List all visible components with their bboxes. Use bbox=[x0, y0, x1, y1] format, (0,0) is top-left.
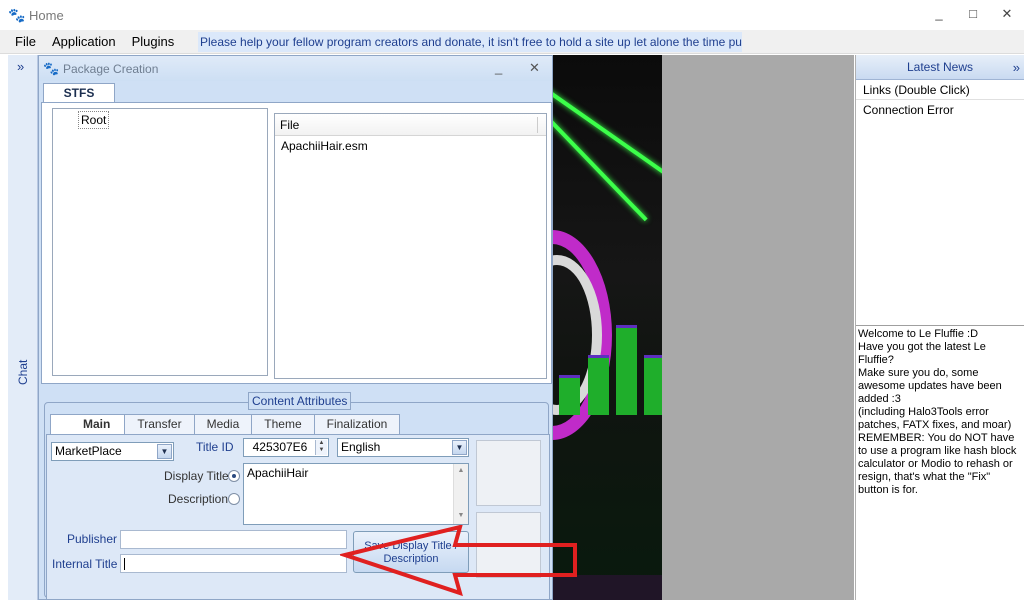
publisher-label: Publisher bbox=[67, 532, 118, 546]
main-titlebar: 🐾 Home _ □ ✕ bbox=[0, 0, 1024, 30]
menu-file[interactable]: File bbox=[7, 34, 44, 49]
stfs-tab-body: Root File ApachiiHair.esm bbox=[41, 102, 552, 384]
menu-bar: File Application Plugins Please help you… bbox=[0, 30, 1024, 54]
column-separator[interactable] bbox=[537, 117, 538, 133]
file-column-header[interactable]: File bbox=[275, 114, 546, 136]
dropdown-arrow-icon[interactable]: ▼ bbox=[157, 444, 172, 459]
tab-finalization[interactable]: Finalization bbox=[313, 414, 401, 434]
title-id-value: 425307E6 bbox=[252, 440, 308, 454]
file-list[interactable]: File ApachiiHair.esm bbox=[274, 113, 547, 379]
welcome-message: Welcome to Le Fluffie :D Have you got th… bbox=[856, 325, 1024, 600]
equalizer-bar bbox=[588, 355, 609, 415]
display-title-value: ApachiiHair bbox=[247, 466, 309, 480]
latest-news-panel: Latest News » Links (Double Click) Conne… bbox=[855, 55, 1024, 600]
dialog-titlebar: 🐾 Package Creation bbox=[39, 56, 552, 81]
workspace-background bbox=[662, 55, 854, 600]
paw-icon: 🐾 bbox=[8, 7, 26, 23]
tab-theme[interactable]: Theme bbox=[251, 414, 315, 434]
donate-banner[interactable]: Please help your fellow program creators… bbox=[198, 32, 742, 52]
display-title-radio[interactable] bbox=[228, 470, 240, 482]
language-value: English bbox=[341, 440, 381, 454]
tab-transfer[interactable]: Transfer bbox=[124, 414, 195, 434]
news-title: Latest News bbox=[906, 60, 974, 74]
paw-icon: 🐾 bbox=[43, 60, 60, 76]
display-title-textarea[interactable]: ApachiiHair ▲ ▼ bbox=[243, 463, 469, 525]
menu-plugins[interactable]: Plugins bbox=[124, 34, 183, 49]
minimize-button[interactable]: _ bbox=[922, 6, 956, 22]
equalizer-bar bbox=[644, 355, 662, 415]
tab-main[interactable]: Main bbox=[50, 414, 126, 435]
expand-chevron-icon[interactable]: » bbox=[17, 59, 24, 74]
publisher-input[interactable] bbox=[120, 530, 347, 549]
text-cursor bbox=[124, 558, 125, 570]
window-title: Home bbox=[29, 7, 64, 23]
content-type-select[interactable]: MarketPlace ▼ bbox=[51, 442, 174, 461]
spinner-arrows-icon[interactable]: ▲ ▼ bbox=[315, 440, 327, 455]
dialog-title: Package Creation bbox=[63, 61, 159, 76]
left-edge bbox=[0, 55, 8, 600]
content-image-box[interactable] bbox=[476, 440, 541, 506]
news-item-error[interactable]: Connection Error bbox=[856, 100, 1024, 120]
list-item[interactable]: ApachiiHair.esm bbox=[275, 136, 546, 156]
window-controls: _ □ ✕ bbox=[922, 6, 1024, 22]
internal-title-input[interactable] bbox=[120, 554, 347, 573]
laser-line bbox=[552, 85, 662, 175]
chat-panel-collapsed[interactable]: » Chat bbox=[8, 55, 38, 600]
equalizer-bar bbox=[559, 375, 580, 415]
dialog-minimize-button[interactable]: _ bbox=[495, 60, 502, 75]
collapse-chevron-icon[interactable]: » bbox=[1013, 55, 1020, 80]
news-item-links[interactable]: Links (Double Click) bbox=[856, 80, 1024, 100]
title-id-field[interactable]: 425307E6 ▲ ▼ bbox=[243, 438, 329, 457]
equalizer-bar bbox=[616, 325, 637, 415]
title-id-label: Title ID bbox=[196, 440, 234, 454]
display-title-label: Display Title bbox=[164, 469, 229, 483]
tab-stfs[interactable]: STFS bbox=[43, 83, 115, 103]
background-artwork bbox=[552, 55, 662, 600]
close-button[interactable]: ✕ bbox=[990, 6, 1024, 22]
content-type-value: MarketPlace bbox=[55, 444, 122, 458]
content-attributes-tabs: Main Transfer Media Theme Finalization bbox=[50, 414, 401, 435]
news-header: Latest News » bbox=[856, 55, 1024, 80]
chat-label[interactable]: Chat bbox=[16, 360, 30, 385]
red-arrow-annotation bbox=[340, 525, 577, 597]
content-attributes-label: Content Attributes bbox=[248, 392, 352, 410]
folder-tree[interactable]: Root bbox=[52, 108, 268, 376]
internal-title-label: Internal Title bbox=[52, 557, 118, 571]
dialog-close-button[interactable]: ✕ bbox=[529, 60, 540, 76]
file-column-label: File bbox=[280, 118, 300, 132]
language-select[interactable]: English ▼ bbox=[337, 438, 469, 457]
tab-media[interactable]: Media bbox=[193, 414, 253, 434]
maximize-button[interactable]: □ bbox=[956, 6, 990, 22]
tree-root-node[interactable]: Root bbox=[78, 111, 110, 129]
description-radio[interactable] bbox=[228, 493, 240, 505]
menu-application[interactable]: Application bbox=[44, 34, 124, 49]
textarea-scrollbar[interactable]: ▲ ▼ bbox=[453, 464, 468, 524]
description-label: Description bbox=[168, 492, 229, 506]
dropdown-arrow-icon[interactable]: ▼ bbox=[452, 440, 467, 455]
